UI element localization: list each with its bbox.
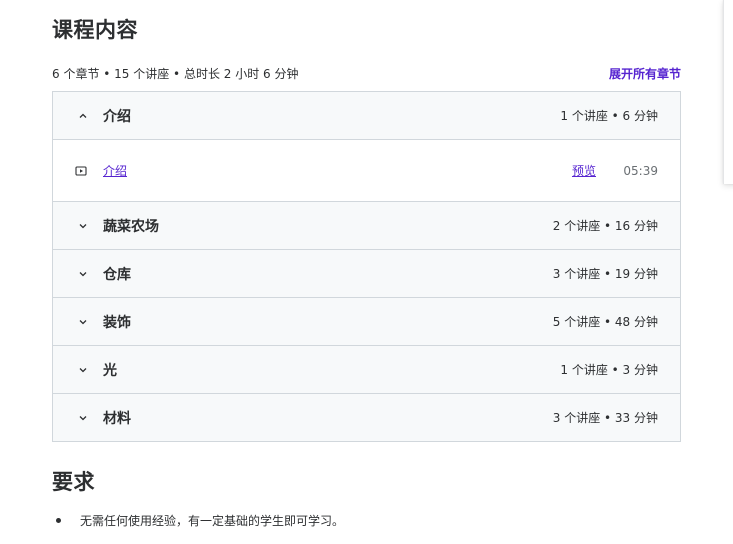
section-title: 材料 [103,410,131,427]
section-title: 蔬菜农场 [103,218,159,235]
requirement-text: 无需任何使用经验，有一定基础的学生即可学习。 [80,514,345,528]
section-header-vegetable-farm[interactable]: 蔬菜农场 2 个讲座 • 16 分钟 [53,201,680,249]
section-header-light[interactable]: 光 1 个讲座 • 3 分钟 [53,345,680,393]
requirements-list: 无需任何使用经验，有一定基础的学生即可学习。 [52,512,344,530]
section-title: 仓库 [103,266,131,283]
lecture-title-link[interactable]: 介绍 [103,162,127,179]
chevron-down-icon [77,394,89,441]
section-header-decoration[interactable]: 装饰 5 个讲座 • 48 分钟 [53,297,680,345]
section-meta: 3 个讲座 • 19 分钟 [552,267,658,281]
section-meta: 5 个讲座 • 48 分钟 [552,315,658,329]
section-header-intro[interactable]: 介绍 1 个讲座 • 6 分钟 [53,92,680,139]
chevron-down-icon [77,202,89,249]
requirements-title: 要求 [52,470,95,494]
section-meta: 1 个讲座 • 3 分钟 [560,363,658,377]
requirement-item: 无需任何使用经验，有一定基础的学生即可学习。 [52,512,344,530]
section-title: 介绍 [103,108,131,125]
chevron-down-icon [77,298,89,345]
lecture-row: 介绍 预览 05:39 [53,139,680,201]
section-header-materials[interactable]: 材料 3 个讲座 • 33 分钟 [53,393,680,441]
section-header-warehouse[interactable]: 仓库 3 个讲座 • 19 分钟 [53,249,680,297]
sidebar-card-edge [723,0,733,184]
course-content-title: 课程内容 [52,18,138,42]
chevron-down-icon [77,346,89,393]
expand-all-sections-button[interactable]: 展开所有章节 [609,65,681,82]
section-meta: 3 个讲座 • 33 分钟 [552,411,658,425]
section-meta: 2 个讲座 • 16 分钟 [552,219,658,233]
course-summary: 6 个章节 • 15 个讲座 • 总时长 2 小时 6 分钟 [52,66,299,81]
video-play-icon [75,165,87,177]
section-title: 装饰 [103,314,131,331]
lecture-duration: 05:39 [623,163,658,178]
lecture-preview-link[interactable]: 预览 [572,162,596,179]
section-title: 光 [103,362,117,379]
bullet-icon [56,518,61,523]
course-summary-row: 6 个章节 • 15 个讲座 • 总时长 2 小时 6 分钟 展开所有章节 [52,63,681,83]
chevron-up-icon [77,92,89,139]
chevron-down-icon [77,250,89,297]
curriculum-sections: 介绍 1 个讲座 • 6 分钟 介绍 预览 05:39 蔬菜农场 2 个讲座 •… [52,91,681,442]
section-meta: 1 个讲座 • 6 分钟 [560,109,658,123]
